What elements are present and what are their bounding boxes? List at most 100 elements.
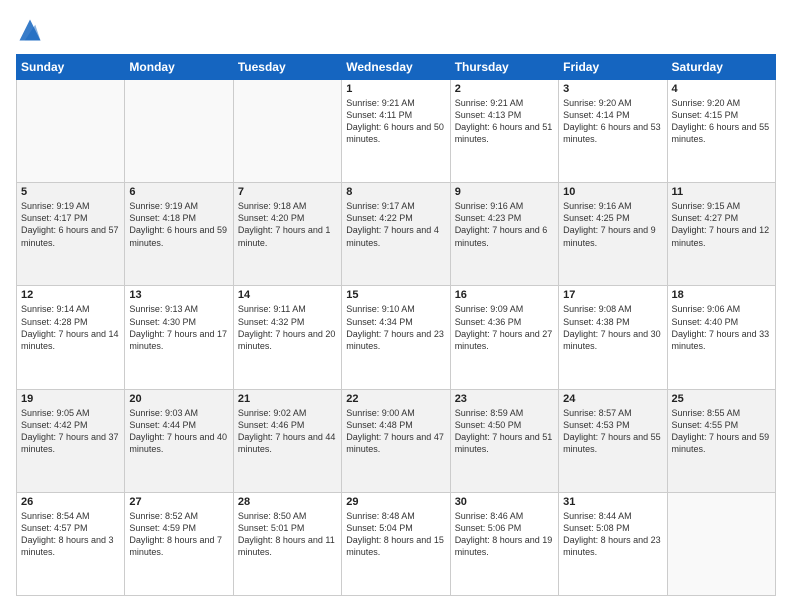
day-info: Sunrise: 8:48 AM Sunset: 5:04 PM Dayligh… — [346, 510, 445, 559]
day-cell: 6 Sunrise: 9:19 AM Sunset: 4:18 PM Daylig… — [125, 183, 233, 286]
day-number: 28 — [238, 496, 337, 508]
day-info: Sunrise: 9:19 AM Sunset: 4:18 PM Dayligh… — [129, 200, 228, 249]
day-number: 8 — [346, 186, 445, 198]
weekday-header-friday: Friday — [559, 55, 667, 80]
day-info: Sunrise: 8:46 AM Sunset: 5:06 PM Dayligh… — [455, 510, 554, 559]
day-cell — [125, 80, 233, 183]
day-cell — [17, 80, 125, 183]
day-info: Sunrise: 9:03 AM Sunset: 4:44 PM Dayligh… — [129, 407, 228, 456]
day-info: Sunrise: 9:02 AM Sunset: 4:46 PM Dayligh… — [238, 407, 337, 456]
day-number: 6 — [129, 186, 228, 198]
weekday-header-monday: Monday — [125, 55, 233, 80]
day-info: Sunrise: 9:21 AM Sunset: 4:11 PM Dayligh… — [346, 97, 445, 146]
day-info: Sunrise: 9:16 AM Sunset: 4:25 PM Dayligh… — [563, 200, 662, 249]
day-number: 17 — [563, 289, 662, 301]
day-cell: 2Sunrise: 9:21 AM Sunset: 4:13 PM Daylig… — [450, 80, 558, 183]
logo — [16, 16, 48, 44]
day-cell: 28 Sunrise: 8:50 AM Sunset: 5:01 PM Dayli… — [233, 492, 341, 595]
day-info: Sunrise: 9:05 AM Sunset: 4:42 PM Dayligh… — [21, 407, 120, 456]
day-number: 18 — [672, 289, 771, 301]
day-number: 12 — [21, 289, 120, 301]
day-info: Sunrise: 9:00 AM Sunset: 4:48 PM Dayligh… — [346, 407, 445, 456]
day-cell: 20 Sunrise: 9:03 AM Sunset: 4:44 PM Dayli… — [125, 389, 233, 492]
day-number: 22 — [346, 393, 445, 405]
day-number: 30 — [455, 496, 554, 508]
day-cell: 27 Sunrise: 8:52 AM Sunset: 4:59 PM Dayli… — [125, 492, 233, 595]
day-number: 2 — [455, 83, 554, 95]
week-row-2: 12 Sunrise: 9:14 AM Sunset: 4:28 PM Dayli… — [17, 286, 776, 389]
day-cell: 17 Sunrise: 9:08 AM Sunset: 4:38 PM Dayli… — [559, 286, 667, 389]
day-info: Sunrise: 8:59 AM Sunset: 4:50 PM Dayligh… — [455, 407, 554, 456]
day-info: Sunrise: 9:19 AM Sunset: 4:17 PM Dayligh… — [21, 200, 120, 249]
calendar-body: 1 Sunrise: 9:21 AM Sunset: 4:11 PM Daylig… — [17, 80, 776, 596]
day-cell: 7 Sunrise: 9:18 AM Sunset: 4:20 PM Daylig… — [233, 183, 341, 286]
day-cell: 1 Sunrise: 9:21 AM Sunset: 4:11 PM Daylig… — [342, 80, 450, 183]
weekday-header-wednesday: Wednesday — [342, 55, 450, 80]
day-info: Sunrise: 9:14 AM Sunset: 4:28 PM Dayligh… — [21, 303, 120, 352]
day-cell — [233, 80, 341, 183]
day-number: 23 — [455, 393, 554, 405]
day-cell: 9 Sunrise: 9:16 AM Sunset: 4:23 PM Daylig… — [450, 183, 558, 286]
day-number: 4 — [672, 83, 771, 95]
day-info: Sunrise: 8:50 AM Sunset: 5:01 PM Dayligh… — [238, 510, 337, 559]
day-number: 25 — [672, 393, 771, 405]
weekday-row: SundayMondayTuesdayWednesdayThursdayFrid… — [17, 55, 776, 80]
day-cell: 25 Sunrise: 8:55 AM Sunset: 4:55 PM Dayli… — [667, 389, 775, 492]
day-number: 7 — [238, 186, 337, 198]
week-row-3: 19 Sunrise: 9:05 AM Sunset: 4:42 PM Dayli… — [17, 389, 776, 492]
day-cell: 5 Sunrise: 9:19 AM Sunset: 4:17 PM Daylig… — [17, 183, 125, 286]
day-info: Sunrise: 9:18 AM Sunset: 4:20 PM Dayligh… — [238, 200, 337, 249]
day-number: 20 — [129, 393, 228, 405]
day-number: 24 — [563, 393, 662, 405]
day-cell: 21 Sunrise: 9:02 AM Sunset: 4:46 PM Dayli… — [233, 389, 341, 492]
day-cell — [667, 492, 775, 595]
day-info: Sunrise: 8:54 AM Sunset: 4:57 PM Dayligh… — [21, 510, 120, 559]
day-info: Sunrise: 8:57 AM Sunset: 4:53 PM Dayligh… — [563, 407, 662, 456]
day-info: Sunrise: 9:17 AM Sunset: 4:22 PM Dayligh… — [346, 200, 445, 249]
day-number: 9 — [455, 186, 554, 198]
day-number: 14 — [238, 289, 337, 301]
day-number: 19 — [21, 393, 120, 405]
day-cell: 18Sunrise: 9:06 AM Sunset: 4:40 PM Dayli… — [667, 286, 775, 389]
day-info: Sunrise: 9:08 AM Sunset: 4:38 PM Dayligh… — [563, 303, 662, 352]
weekday-header-sunday: Sunday — [17, 55, 125, 80]
week-row-4: 26 Sunrise: 8:54 AM Sunset: 4:57 PM Dayli… — [17, 492, 776, 595]
day-info: Sunrise: 9:09 AM Sunset: 4:36 PM Dayligh… — [455, 303, 554, 352]
page: SundayMondayTuesdayWednesdayThursdayFrid… — [0, 0, 792, 612]
week-row-1: 5 Sunrise: 9:19 AM Sunset: 4:17 PM Daylig… — [17, 183, 776, 286]
day-cell: 26 Sunrise: 8:54 AM Sunset: 4:57 PM Dayli… — [17, 492, 125, 595]
day-info: Sunrise: 8:44 AM Sunset: 5:08 PM Dayligh… — [563, 510, 662, 559]
day-number: 3 — [563, 83, 662, 95]
day-cell: 30 Sunrise: 8:46 AM Sunset: 5:06 PM Dayli… — [450, 492, 558, 595]
day-cell: 4 Sunrise: 9:20 AM Sunset: 4:15 PM Daylig… — [667, 80, 775, 183]
day-number: 15 — [346, 289, 445, 301]
day-number: 1 — [346, 83, 445, 95]
day-cell: 3 Sunrise: 9:20 AM Sunset: 4:14 PM Daylig… — [559, 80, 667, 183]
day-cell: 19 Sunrise: 9:05 AM Sunset: 4:42 PM Dayli… — [17, 389, 125, 492]
day-cell: 12 Sunrise: 9:14 AM Sunset: 4:28 PM Dayli… — [17, 286, 125, 389]
day-number: 16 — [455, 289, 554, 301]
day-cell: 8 Sunrise: 9:17 AM Sunset: 4:22 PM Daylig… — [342, 183, 450, 286]
day-info: Sunrise: 9:20 AM Sunset: 4:15 PM Dayligh… — [672, 97, 771, 146]
day-info: Sunrise: 8:52 AM Sunset: 4:59 PM Dayligh… — [129, 510, 228, 559]
day-number: 11 — [672, 186, 771, 198]
day-info: Sunrise: 9:11 AM Sunset: 4:32 PM Dayligh… — [238, 303, 337, 352]
day-number: 26 — [21, 496, 120, 508]
weekday-header-thursday: Thursday — [450, 55, 558, 80]
day-number: 27 — [129, 496, 228, 508]
day-info: Sunrise: 9:16 AM Sunset: 4:23 PM Dayligh… — [455, 200, 554, 249]
day-number: 21 — [238, 393, 337, 405]
day-number: 29 — [346, 496, 445, 508]
day-number: 5 — [21, 186, 120, 198]
weekday-header-saturday: Saturday — [667, 55, 775, 80]
day-info: Sunrise: 9:20 AM Sunset: 4:14 PM Dayligh… — [563, 97, 662, 146]
logo-icon — [16, 16, 44, 44]
day-number: 10 — [563, 186, 662, 198]
day-info: Sunrise: 8:55 AM Sunset: 4:55 PM Dayligh… — [672, 407, 771, 456]
day-cell: 13Sunrise: 9:13 AM Sunset: 4:30 PM Dayli… — [125, 286, 233, 389]
day-cell: 10 Sunrise: 9:16 AM Sunset: 4:25 PM Dayli… — [559, 183, 667, 286]
calendar-header: SundayMondayTuesdayWednesdayThursdayFrid… — [17, 55, 776, 80]
weekday-header-tuesday: Tuesday — [233, 55, 341, 80]
calendar-table: SundayMondayTuesdayWednesdayThursdayFrid… — [16, 54, 776, 596]
day-info: Sunrise: 9:13 AM Sunset: 4:30 PM Dayligh… — [129, 303, 228, 352]
